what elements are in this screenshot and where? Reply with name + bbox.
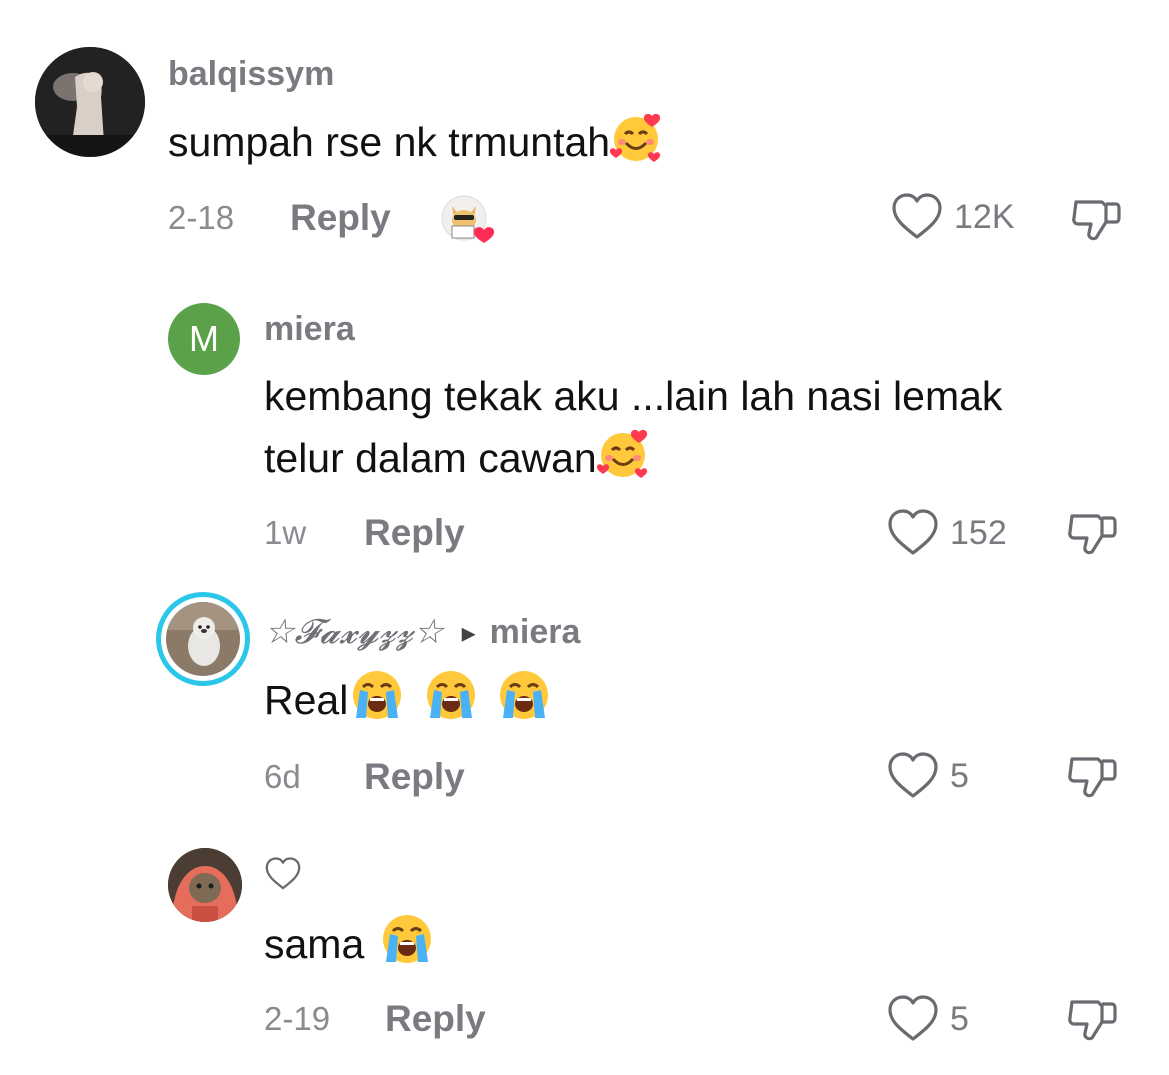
heart-outline-icon bbox=[264, 856, 302, 897]
comment-date: 2-19 bbox=[264, 1000, 331, 1037]
reply-button[interactable]: Reply bbox=[385, 998, 486, 1040]
like-button[interactable]: 5 bbox=[886, 994, 969, 1044]
dislike-button[interactable] bbox=[1066, 996, 1118, 1049]
like-count: 5 bbox=[950, 999, 969, 1038]
thumbs-down-icon bbox=[1068, 1000, 1117, 1041]
comment-text: sama bbox=[264, 912, 434, 982]
comment-text-content: sama bbox=[264, 920, 365, 967]
comment-item: sama 2-19 Reply 5 bbox=[0, 0, 1169, 1075]
loudly-crying-face-icon bbox=[380, 912, 434, 982]
avatar-photo-icon bbox=[168, 848, 242, 922]
avatar[interactable] bbox=[168, 848, 242, 922]
heart-outline-icon bbox=[888, 995, 938, 1041]
